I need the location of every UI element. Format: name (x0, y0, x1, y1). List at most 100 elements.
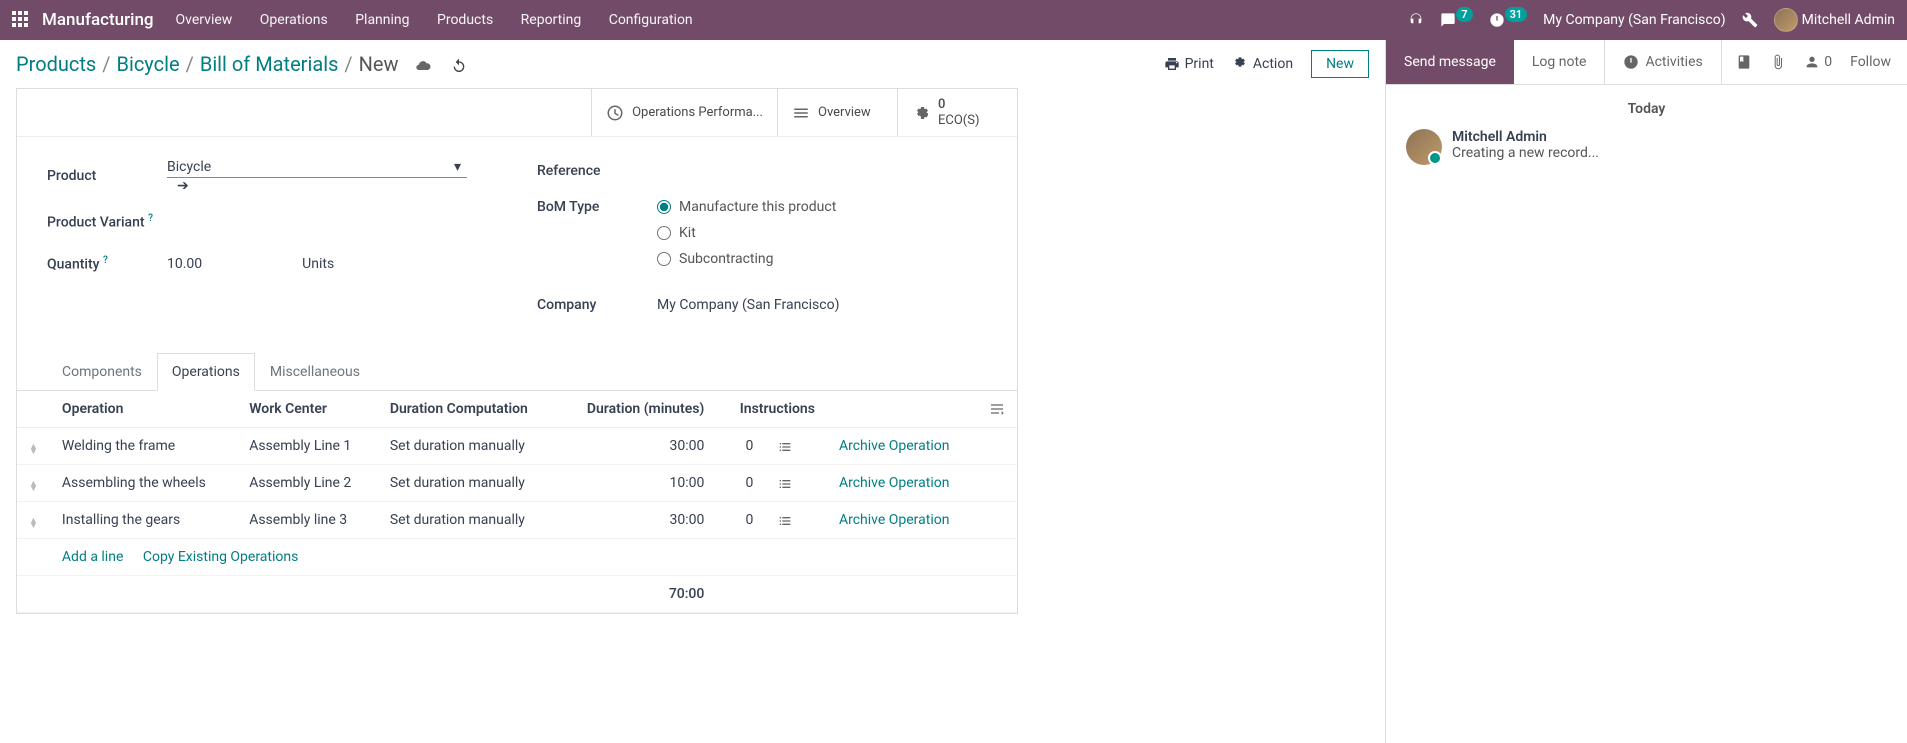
quantity-value[interactable]: 10.00Units (167, 256, 497, 272)
col-instructions[interactable]: Instructions (716, 391, 827, 428)
archive-operation-link[interactable]: Archive Operation (827, 502, 977, 539)
col-operation[interactable]: Operation (50, 391, 237, 428)
cell-duration-comp[interactable]: Set duration manually (378, 428, 559, 465)
product-input-wrapper[interactable]: ▾ (167, 157, 467, 178)
bom-type-subcontracting[interactable]: Subcontracting (657, 251, 987, 267)
product-input[interactable] (167, 159, 448, 175)
tab-operations[interactable]: Operations (157, 353, 255, 391)
table-options-icon[interactable] (977, 391, 1017, 428)
print-button[interactable]: Print (1164, 56, 1214, 72)
cell-duration[interactable]: 30:00 (559, 502, 717, 539)
followers-button[interactable]: 0 (1804, 54, 1832, 70)
total-duration: 70:00 (559, 576, 717, 613)
activities-badge: 31 (1505, 7, 1528, 22)
stat-ops-label: Operations Performa... (632, 105, 763, 121)
table-row[interactable]: ▲▼ Installing the gears Assembly line 3 … (17, 502, 1017, 539)
cell-duration-comp[interactable]: Set duration manually (378, 465, 559, 502)
col-duration-comp[interactable]: Duration Computation (378, 391, 559, 428)
apps-icon[interactable] (12, 11, 30, 29)
drag-handle-icon[interactable]: ▲▼ (17, 502, 50, 539)
stat-operations-performance[interactable]: Operations Performa... (591, 89, 777, 136)
eco-label: ECO(S) (938, 113, 980, 129)
company-value[interactable]: My Company (San Francisco) (657, 297, 987, 313)
bom-type-label: BoM Type (537, 199, 657, 215)
archive-operation-link[interactable]: Archive Operation (827, 465, 977, 502)
user-menu[interactable]: Mitchell Admin (1774, 8, 1895, 32)
cell-duration[interactable]: 10:00 (559, 465, 717, 502)
control-panel: Products / Bicycle / Bill of Materials /… (0, 40, 1385, 88)
messages-badge: 7 (1456, 7, 1472, 22)
cell-work-center[interactable]: Assembly Line 2 (237, 465, 378, 502)
top-navbar: Manufacturing Overview Operations Planni… (0, 0, 1907, 40)
breadcrumb-bicycle[interactable]: Bicycle (117, 52, 180, 76)
instructions-list-icon[interactable] (765, 502, 827, 539)
log-note-button[interactable]: Log note (1514, 40, 1605, 84)
debug-icon[interactable] (1742, 12, 1758, 28)
menu-planning[interactable]: Planning (355, 12, 409, 28)
cell-operation[interactable]: Installing the gears (50, 502, 237, 539)
col-work-center[interactable]: Work Center (237, 391, 378, 428)
breadcrumb-products[interactable]: Products (16, 52, 96, 76)
activities-button[interactable]: Activities (1604, 40, 1721, 84)
cell-operation[interactable]: Assembling the wheels (50, 465, 237, 502)
operations-table: Operation Work Center Duration Computati… (17, 391, 1017, 613)
breadcrumb-bom[interactable]: Bill of Materials (200, 52, 339, 76)
archive-operation-link[interactable]: Archive Operation (827, 428, 977, 465)
tab-miscellaneous[interactable]: Miscellaneous (255, 353, 375, 391)
discard-icon[interactable] (451, 52, 467, 76)
message-avatar (1406, 129, 1442, 165)
bom-type-kit[interactable]: Kit (657, 225, 987, 241)
copy-operations-link[interactable]: Copy Existing Operations (143, 549, 299, 565)
cell-instructions-count[interactable]: 0 (716, 465, 765, 502)
bom-type-manufacture[interactable]: Manufacture this product (657, 199, 987, 215)
company-label: Company (537, 297, 657, 313)
menu-reporting[interactable]: Reporting (521, 12, 582, 28)
instructions-list-icon[interactable] (765, 428, 827, 465)
instructions-list-icon[interactable] (765, 465, 827, 502)
chevron-down-icon[interactable]: ▾ (454, 159, 461, 175)
cell-work-center[interactable]: Assembly Line 1 (237, 428, 378, 465)
table-row[interactable]: ▲▼ Assembling the wheels Assembly Line 2… (17, 465, 1017, 502)
clock-icon (606, 104, 624, 122)
cell-operation[interactable]: Welding the frame (50, 428, 237, 465)
menu-operations[interactable]: Operations (260, 12, 328, 28)
overview-icon (792, 104, 810, 122)
variant-label: Product Variant ? (47, 213, 167, 231)
menu-overview[interactable]: Overview (176, 12, 233, 28)
drag-handle-icon[interactable]: ▲▼ (17, 428, 50, 465)
cell-instructions-count[interactable]: 0 (716, 428, 765, 465)
attachment-icon[interactable] (1770, 54, 1786, 70)
drag-handle-icon[interactable]: ▲▼ (17, 465, 50, 502)
follow-button[interactable]: Follow (1850, 54, 1891, 70)
avatar (1774, 8, 1798, 32)
send-message-button[interactable]: Send message (1386, 40, 1514, 84)
messages-icon[interactable]: 7 (1440, 12, 1472, 28)
cell-instructions-count[interactable]: 0 (716, 502, 765, 539)
support-icon[interactable] (1408, 12, 1424, 28)
stat-eco[interactable]: 0ECO(S) (897, 89, 1017, 136)
cell-duration-comp[interactable]: Set duration manually (378, 502, 559, 539)
tab-components[interactable]: Components (47, 353, 157, 391)
form-sheet: Operations Performa... Overview 0ECO(S) (16, 88, 1018, 614)
quantity-label: Quantity ? (47, 255, 167, 273)
cell-work-center[interactable]: Assembly line 3 (237, 502, 378, 539)
action-button[interactable]: Action (1232, 56, 1293, 72)
company-switcher[interactable]: My Company (San Francisco) (1543, 12, 1725, 28)
new-button[interactable]: New (1311, 50, 1369, 78)
eco-count: 0 (938, 97, 980, 113)
add-line-link[interactable]: Add a line (62, 549, 123, 565)
book-icon[interactable] (1736, 54, 1752, 70)
stat-overview[interactable]: Overview (777, 89, 897, 136)
activities-icon[interactable]: 31 (1489, 12, 1528, 28)
table-row[interactable]: ▲▼ Welding the frame Assembly Line 1 Set… (17, 428, 1017, 465)
menu-configuration[interactable]: Configuration (609, 12, 693, 28)
cell-duration[interactable]: 30:00 (559, 428, 717, 465)
product-label: Product (47, 168, 167, 184)
menu-products[interactable]: Products (437, 12, 493, 28)
col-duration-min[interactable]: Duration (minutes) (559, 391, 717, 428)
breadcrumb-current: New (359, 52, 399, 76)
save-cloud-icon[interactable] (415, 52, 431, 76)
external-link-icon[interactable]: ➔ (177, 178, 189, 194)
app-brand[interactable]: Manufacturing (42, 10, 154, 30)
main-menu: Overview Operations Planning Products Re… (176, 12, 717, 28)
